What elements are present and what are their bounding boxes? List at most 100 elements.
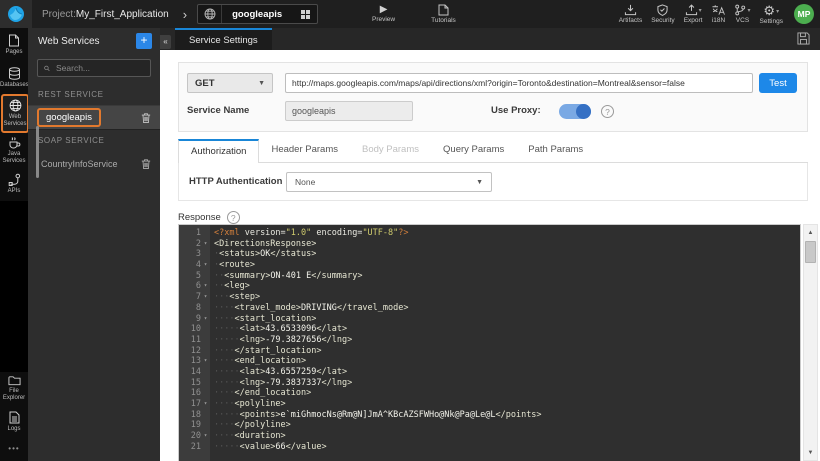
line-number: 12	[190, 345, 201, 356]
tab-service-settings[interactable]: Service Settings	[175, 28, 272, 50]
sidebar-item-apis[interactable]: APIs	[0, 168, 28, 201]
response-code-editor[interactable]: 1 <?xml version="1.0" encoding="UTF-8"?> 2…	[178, 224, 801, 461]
tab-query-params[interactable]: Query Params	[431, 139, 516, 162]
code-lines: 1 <?xml version="1.0" encoding="UTF-8"?> 2…	[179, 225, 800, 452]
http-authentication-select[interactable]: None ▼	[286, 172, 492, 192]
service-name-input[interactable]	[285, 101, 413, 121]
code-text: ···<step>	[214, 292, 261, 303]
rest-service-item-googleapis[interactable]: googleapis	[28, 105, 160, 130]
tutorials-doc-icon	[438, 4, 449, 16]
wavemaker-logo[interactable]	[0, 0, 32, 28]
code-text: ·····<lng>-79.3837337</lng>	[214, 377, 353, 388]
fold-arrow-icon[interactable]: ▾	[201, 431, 210, 442]
security-button[interactable]: Security	[651, 4, 675, 24]
scrollbar-thumb[interactable]	[805, 241, 816, 263]
settings-button[interactable]: ⚙ ▾ Settings	[760, 4, 784, 25]
vcs-chevron-icon: ▾	[747, 8, 751, 14]
soap-service-item-countryinfoservice[interactable]: CountryInfoService	[28, 151, 160, 176]
code-text: ····<start_location>	[214, 313, 317, 324]
line-number: 5	[195, 270, 201, 281]
sidebar-item-logs[interactable]: Logs	[0, 405, 28, 438]
line-number: 6	[195, 281, 201, 292]
tutorials-button[interactable]: Tutorials	[431, 4, 456, 24]
tab-path-params[interactable]: Path Params	[516, 139, 595, 162]
save-button[interactable]	[797, 32, 810, 45]
app-window: Project:My_First_Application › googleapi…	[0, 0, 820, 461]
panel-scrollbar-thumb[interactable]	[36, 126, 39, 178]
http-method-select[interactable]: GET ▼	[187, 73, 273, 93]
delete-trash-icon[interactable]	[141, 158, 151, 170]
delete-trash-icon[interactable]	[141, 112, 151, 124]
sidebar-item-web-services[interactable]: Web Services	[1, 94, 29, 133]
fold-arrow-icon[interactable]: ▾	[201, 292, 210, 303]
tab-header-params[interactable]: Header Params	[259, 139, 350, 162]
tab-authorization[interactable]: Authorization	[178, 139, 260, 163]
vertical-scrollbar[interactable]: ▲ ▼	[803, 224, 818, 461]
breadcrumb: Project:My_First_Application	[42, 9, 169, 20]
line-number: 21	[190, 441, 201, 452]
search-input[interactable]	[54, 62, 144, 74]
use-proxy-label: Use Proxy:	[491, 105, 541, 116]
preview-label: Preview	[372, 16, 396, 23]
vcs-label: VCS	[735, 17, 750, 24]
tutorials-label: Tutorials	[431, 17, 456, 24]
service-selector[interactable]: googleapis	[197, 4, 319, 24]
code-text: ····<travel_mode>DRIVING</travel_mode>	[214, 302, 409, 313]
settings-label: Settings	[759, 17, 784, 25]
code-line: 16 ····</end_location>	[179, 388, 800, 399]
sidebar-more-button[interactable]: •••	[0, 438, 28, 461]
user-avatar[interactable]: MP	[794, 4, 814, 24]
panel-collapse-button[interactable]: «	[160, 35, 171, 49]
service-search[interactable]	[37, 59, 151, 77]
sidebar-item-databases[interactable]: Databases	[0, 61, 29, 94]
code-text: ·····<lat>43.6557259</lat>	[214, 366, 348, 377]
line-number: 9	[195, 313, 201, 324]
request-url-input[interactable]	[285, 73, 753, 93]
use-proxy-toggle[interactable]	[559, 104, 591, 119]
http-authentication-value: None	[295, 177, 316, 187]
fold-arrow-icon[interactable]: ▾	[201, 399, 210, 410]
fold-arrow-icon[interactable]: ▾	[201, 314, 210, 325]
tab-body-params[interactable]: Body Params	[350, 139, 431, 162]
code-line: 10 ·····<lat>43.6533096</lat>	[179, 324, 800, 335]
test-button[interactable]: Test	[759, 73, 797, 93]
service-grid-icon[interactable]	[301, 9, 311, 19]
vcs-button[interactable]: ▾ VCS	[734, 4, 751, 24]
add-service-button[interactable]: +	[136, 33, 152, 49]
api-connector-icon	[8, 173, 20, 187]
line-number: 15	[190, 377, 201, 388]
code-text: ·····<lng>-79.3827656</lng>	[214, 334, 353, 345]
export-chevron-icon: ▾	[698, 8, 702, 14]
artifacts-button[interactable]: Artifacts	[619, 4, 642, 24]
request-form-panel: GET ▼ Test Service Name Use Proxy: ?	[178, 62, 808, 132]
code-line: 8 ····<travel_mode>DRIVING</travel_mode>	[179, 303, 800, 314]
soap-section-header: SOAP SERVICE	[38, 136, 105, 145]
sidebar-item-java-services[interactable]: Java Services	[0, 133, 28, 168]
i18n-button[interactable]: i18N	[711, 4, 726, 24]
fold-arrow-icon[interactable]: ▾	[201, 260, 210, 271]
service-name-highlighted: googleapis	[37, 108, 101, 127]
line-number: 17	[190, 399, 201, 409]
proxy-help-icon[interactable]: ?	[601, 105, 614, 118]
fold-arrow-icon[interactable]: ▾	[201, 281, 210, 292]
fold-arrow-icon[interactable]: ▾	[201, 356, 210, 367]
preview-button[interactable]: ▶ Preview	[372, 5, 396, 24]
fold-arrow-icon[interactable]: ▾	[201, 239, 210, 250]
export-button[interactable]: ▾ Export	[684, 4, 702, 24]
code-line: 4 ▾ ·<route>	[179, 260, 800, 271]
scrollbar-up-arrow[interactable]: ▲	[804, 226, 817, 239]
settings-chevron-icon: ▾	[776, 8, 780, 15]
search-icon	[44, 65, 50, 71]
response-help-icon[interactable]: ?	[226, 211, 240, 224]
scrollbar-down-arrow[interactable]: ▼	[804, 446, 817, 459]
sidebar-item-pages[interactable]: Pages	[0, 28, 28, 61]
sidebar-item-file-explorer[interactable]: File Explorer	[0, 372, 28, 405]
artifacts-label: Artifacts	[618, 17, 643, 24]
chevron-down-icon: ▼	[258, 79, 265, 87]
code-text: ·····<lat>43.6533096</lat>	[214, 324, 348, 335]
panel-title: Web Services	[38, 35, 100, 47]
